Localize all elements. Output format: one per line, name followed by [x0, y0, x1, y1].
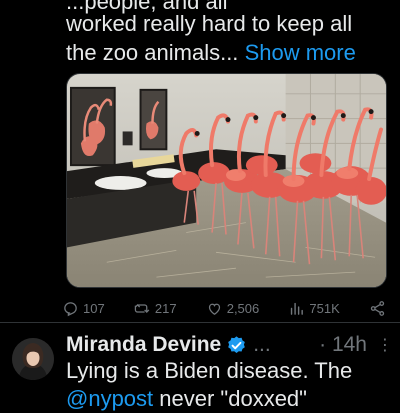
- more-options-button[interactable]: ⋮: [377, 335, 393, 355]
- tweet-text: worked really hard to keep all the zoo a…: [66, 9, 396, 67]
- show-more-link[interactable]: Show more: [245, 40, 356, 65]
- flamingos-in-restroom-image: [67, 74, 386, 287]
- like-count: 2,506: [226, 300, 260, 316]
- heart-icon: [208, 303, 220, 315]
- reply-count: 107: [83, 300, 105, 316]
- retweet-count: 217: [154, 300, 177, 316]
- reply-text-line-2: @nypost never "doxxed": [66, 386, 307, 411]
- views-chart-icon: [291, 302, 304, 315]
- tweet-text-line-2: the zoo animals... Show more: [66, 40, 356, 65]
- views-button[interactable]: 751K: [288, 300, 340, 317]
- verified-badge-icon: [228, 335, 246, 353]
- views-count: 751K: [309, 300, 340, 316]
- mention-link[interactable]: @nypost: [66, 386, 153, 411]
- author-handle: ...: [253, 333, 271, 356]
- tweet-photo[interactable]: [66, 73, 387, 288]
- tweet-action-bar: 107 217 2,506 751K: [62, 298, 386, 318]
- retweet-icon: [134, 303, 150, 313]
- share-button[interactable]: [369, 300, 386, 317]
- reply-header: Miranda Devine ... · 14h ⋮: [66, 331, 393, 359]
- profile-photo: [12, 338, 54, 380]
- avatar[interactable]: [12, 338, 54, 380]
- tweet-divider: [0, 322, 400, 323]
- like-button[interactable]: 2,506: [206, 300, 260, 317]
- timestamp[interactable]: · 14h: [319, 333, 367, 357]
- reply-text: Lying is a Biden disease. The @nypost ne…: [66, 357, 396, 413]
- reply-icon: [64, 301, 77, 316]
- share-icon: [370, 300, 385, 316]
- tweet-text-line-1: worked really hard to keep all: [66, 11, 353, 36]
- reply-button[interactable]: 107: [62, 300, 105, 317]
- reply-text-line-1: Lying is a Biden disease. The: [66, 358, 353, 383]
- retweet-button[interactable]: 217: [134, 300, 177, 317]
- author-name[interactable]: Miranda Devine: [66, 333, 221, 357]
